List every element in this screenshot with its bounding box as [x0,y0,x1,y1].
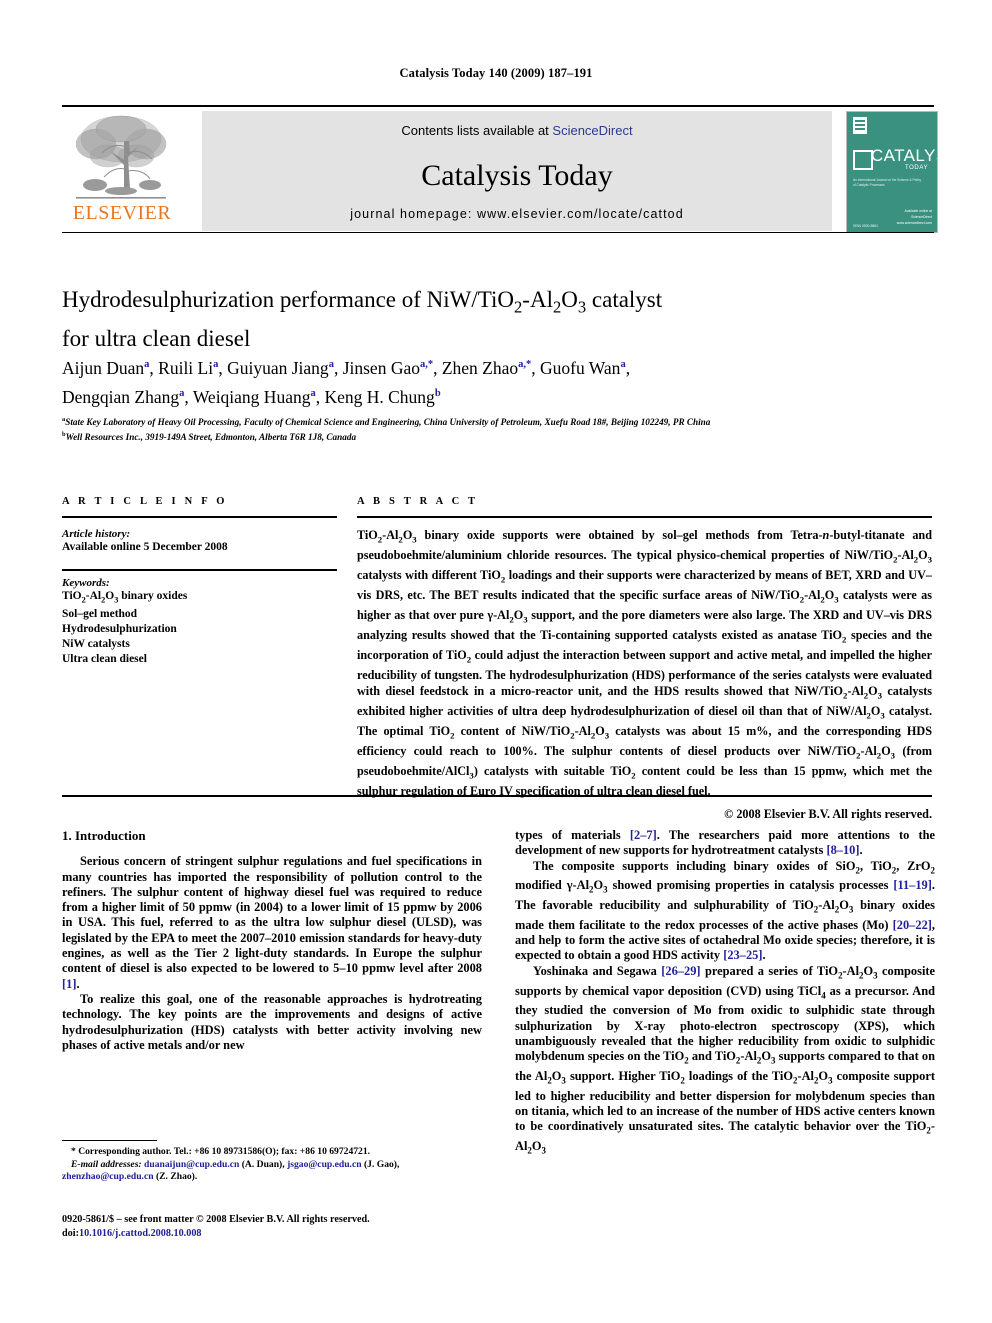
doi-label: doi: [62,1228,79,1239]
journal-title: Catalysis Today [421,159,613,192]
article-history-heading: Article history: [62,528,131,540]
banner-top-rule [62,105,934,107]
imprint-block: 0920-5861/$ – see front matter © 2008 El… [62,1213,522,1241]
affiliation-a: aState Key Laboratory of Heavy Oil Proce… [62,416,711,428]
author-0: Aijun Duana [62,357,150,378]
paragraph-right-2: The composite supports including binary … [515,858,936,963]
author-2: Guiyuan Jianga [227,357,334,378]
abstract-copyright: © 2008 Elsevier B.V. All rights reserved… [724,806,932,821]
keyword-1: Sol–gel method [62,607,138,620]
paragraph-right-3: Yoshinaka and Segawa [26–29] prepared a … [515,963,936,1156]
running-head: Catalysis Today 140 (2009) 187–191 [399,66,593,80]
article-page: Catalysis Today 140 (2009) 187–191 ELSEV… [0,0,992,1323]
email-owner-1: (A. Duan), [239,1158,288,1170]
email-line: E-mail addresses: duanaijun@cup.edu.cn (… [62,1159,482,1184]
p-right-1-tail: . [859,843,863,858]
corresponding-author-text: Corresponding author. Tel.: +86 10 89731… [78,1146,371,1157]
affiliation-b-text: Well Resources Inc., 3919-149A Street, E… [65,431,357,442]
abstract-label: A B S T R A C T [357,496,479,507]
p-right-3-head: Yoshinaka and Segawa [533,963,662,978]
author-3: Jinsen Gaoa,* [342,357,434,378]
contents-prefix: Contents lists available at [401,123,553,138]
journal-homepage-link[interactable]: journal homepage: www.elsevier.com/locat… [202,207,832,221]
cover-square-icon [853,150,873,170]
author-7: Weiqiang Huanga [192,386,316,407]
imprint-doi: doi:10.1016/j.cattod.2008.10.008 [62,1227,522,1241]
citation-23-25[interactable]: [23–25] [723,948,762,962]
imprint-front-matter: 0920-5861/$ – see front matter © 2008 El… [62,1214,370,1225]
email-link-3[interactable]: zhenzhao@cup.edu.cn [62,1171,154,1182]
citation-8-10[interactable]: [8–10] [826,843,859,857]
article-history-value: Available online 5 December 2008 [62,541,228,553]
abstract-rule-bottom [62,795,932,797]
cover-sd-line3: www.sciencedirect.com [896,220,932,225]
keywords-heading: Keywords: [62,576,110,589]
title-line-1: Hydrodesulphurization performance of NiW… [62,287,663,317]
corresponding-author-footnote: * Corresponding author. Tel.: +86 10 897… [62,1140,482,1184]
contents-available-line: Contents lists available at ScienceDirec… [202,123,832,138]
abstract-text: TiO2-Al2O3 binary oxide supports were ob… [357,528,933,798]
doi-link[interactable]: 10.1016/j.cattod.2008.10.008 [79,1228,202,1239]
paragraph-left-1: Serious concern of stringent sulphur reg… [62,854,482,992]
body-column-right: types of materials [2–7]. The researcher… [515,828,935,1159]
author-8: Keng H. Chungb [324,386,441,407]
elsevier-wordmark: ELSEVIER [72,202,172,224]
citation-11-19[interactable]: [11–19] [893,878,932,892]
banner-bottom-rule [62,232,934,233]
email-owner-3: (Z. Zhao). [153,1171,198,1183]
keyword-0: TiO2-Al2O3 binary oxides [62,589,188,604]
affiliation-a-text: State Key Laboratory of Heavy Oil Proces… [65,417,711,428]
article-info-label: A R T I C L E I N F O [62,496,228,507]
cover-sciencedirect-mark: Available online at ScienceDirect www.sc… [894,208,932,226]
cover-issn: ISSN 0920-5861 [853,224,879,228]
author-list: Aijun Duana, Ruili Lia, Guiyuan Jianga, … [62,357,631,407]
cover-title: CATALYSIS [871,146,937,165]
affiliation-b: bWell Resources Inc., 3919-149A Street, … [62,430,357,442]
title-line-2: for ultra clean diesel [62,325,251,351]
paragraph-right-1: types of materials [2–7]. The researcher… [515,828,935,859]
p-right-1-head: types of materials [515,828,630,842]
citation-20-22[interactable]: [20–22] [893,918,932,932]
journal-banner: ELSEVIER Contents lists available at Sci… [62,105,938,233]
citation-1[interactable]: [1] [62,977,76,991]
email-label: E-mail addresses: [71,1158,142,1170]
author-1: Ruili Lia [158,357,219,378]
cover-blurb: An International Journal on the Science … [853,178,922,188]
footnote-rule [62,1140,157,1141]
journal-banner-panel: Contents lists available at ScienceDirec… [202,111,832,231]
citation-26-29[interactable]: [26–29] [661,964,700,978]
elsevier-logo: ELSEVIER [62,111,180,231]
sciencedirect-link[interactable]: ScienceDirect [552,123,632,138]
paragraph-left-1-text: Serious concern of stringent sulphur reg… [62,854,482,976]
abstract-rule-top [357,516,932,518]
elsevier-tree-icon [75,115,167,199]
author-6: Dengqian Zhanga [62,386,185,407]
cover-elsevier-icon [853,117,867,134]
email-link-1[interactable]: duanaijun@cup.edu.cn [144,1159,239,1170]
author-5: Guofu Wana [540,357,626,378]
article-info-column: Article history: Available online 5 Dece… [62,520,337,667]
journal-cover-thumbnail[interactable]: CATALYSIS TODAY An International Journal… [846,111,938,233]
keyword-3: NiW catalysts [62,637,130,650]
article-title: Hydrodesulphurization performance of NiW… [62,284,922,354]
email-link-2[interactable]: jsgao@cup.edu.cn [287,1159,362,1170]
author-4: Zhen Zhaoa,* [441,357,532,378]
abstract-column: TiO2-Al2O3 binary oxide supports were ob… [357,520,932,822]
keyword-2: Hydrodesulphurization [62,622,177,635]
paragraph-left-2: To realize this goal, one of the reasona… [62,991,482,1052]
info-rule-mid [62,569,337,571]
keywords-list: TiO2-Al2O3 binary oxides Sol–gel method … [62,589,337,667]
keyword-4: Ultra clean diesel [62,652,147,665]
body-column-left: 1. Introduction Serious concern of strin… [62,828,482,1053]
citation-2-7[interactable]: [2–7] [630,828,657,842]
info-rule-top [62,516,337,518]
affiliations: aState Key Laboratory of Heavy Oil Proce… [62,414,932,443]
corresponding-author-line: * Corresponding author. Tel.: +86 10 897… [71,1146,371,1157]
cover-subtitle: TODAY [905,165,929,171]
section-heading-introduction: 1. Introduction [62,828,146,843]
paragraph-left-1-tail: . [76,976,80,991]
email-owner-2: (J. Gao), [361,1158,400,1170]
